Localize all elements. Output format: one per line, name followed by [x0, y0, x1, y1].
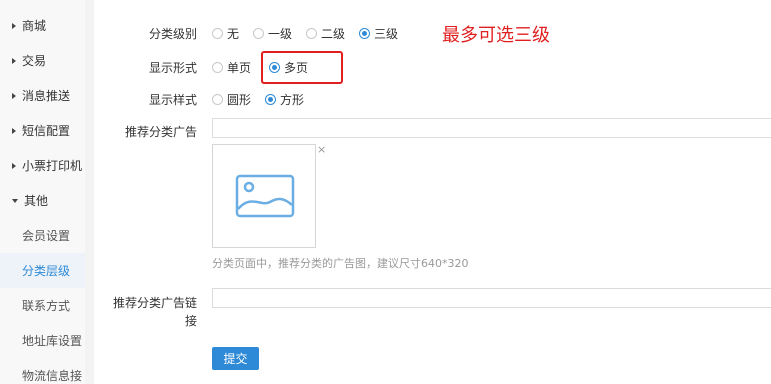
radio-level-two[interactable]: 二级 [306, 25, 345, 42]
nav-group-trade[interactable]: 交易 [0, 43, 85, 78]
highlight-box [261, 51, 343, 84]
radio-label: 方形 [280, 93, 305, 107]
radio-label: 无 [227, 27, 240, 41]
image-placeholder-icon [235, 174, 295, 218]
radio-level-none[interactable]: 无 [212, 25, 239, 42]
remove-image-icon[interactable]: × [317, 144, 326, 155]
sidebar-divider [85, 0, 94, 384]
nav-group-printer[interactable]: 小票打印机 [0, 148, 85, 183]
sidebar-item-label: 联系方式 [22, 299, 71, 313]
radio-square[interactable]: 方形 [265, 91, 304, 108]
radio-dot [212, 62, 223, 73]
radio-dot [253, 28, 265, 39]
radio-dot [306, 28, 318, 39]
nav-group-label: 短信配置 [22, 124, 71, 138]
sidebar-item-label: 会员设置 [22, 229, 71, 243]
radio-label: 单页 [227, 61, 252, 75]
sidebar-item-logistics[interactable]: 物流信息接 [0, 358, 85, 384]
caret-right-icon [12, 92, 16, 99]
sidebar-item-label: 分类层级 [22, 264, 71, 278]
ad-link-label: 推荐分类广告链 [112, 296, 197, 310]
display-style-label: 显示样式 [148, 93, 197, 107]
radio-dot [265, 94, 277, 105]
radio-label: 三级 [374, 27, 399, 41]
nav-group-label: 其他 [24, 194, 49, 208]
nav-group-label: 小票打印机 [22, 159, 83, 173]
ad-hint: 分类页面中，推荐分类的广告图，建议尺寸640*320 [212, 257, 469, 270]
caret-right-icon [12, 127, 16, 134]
radio-circle[interactable]: 圆形 [212, 91, 251, 108]
radio-level-three[interactable]: 三级 [359, 25, 398, 42]
nav-group-mall[interactable]: 商城 [0, 8, 85, 43]
category-level-radios: 无 一级 二级 三级 [212, 25, 412, 42]
radio-dot [359, 28, 371, 39]
nav-group-sms[interactable]: 短信配置 [0, 113, 85, 148]
nav-group-label: 商城 [22, 19, 47, 33]
radio-single-page[interactable]: 单页 [212, 59, 251, 76]
caret-down-icon [12, 198, 18, 203]
annotation-text: 最多可选三级 [442, 25, 550, 46]
nav-group-other[interactable]: 其他 [0, 183, 85, 218]
sidebar-item-label: 地址库设置 [22, 334, 83, 348]
sidebar-item-member-settings[interactable]: 会员设置 [0, 218, 85, 253]
ad-image-upload[interactable] [212, 144, 316, 248]
caret-right-icon [12, 57, 16, 64]
radio-label: 二级 [321, 27, 346, 41]
sidebar-item-category-level[interactable]: 分类层级 [0, 253, 85, 288]
nav-group-push[interactable]: 消息推送 [0, 78, 85, 113]
caret-right-icon [12, 162, 16, 169]
category-level-label: 分类级别 [148, 27, 197, 41]
radio-label: 圆形 [227, 93, 252, 107]
sidebar-item-label: 物流信息接 [22, 369, 83, 383]
display-style-radios: 圆形 方形 [212, 91, 318, 108]
radio-dot [212, 94, 223, 105]
radio-dot [212, 28, 223, 39]
radio-level-one[interactable]: 一级 [253, 25, 292, 42]
ad-input[interactable] [212, 118, 771, 138]
radio-label: 一级 [268, 27, 293, 41]
ad-link-input[interactable] [212, 288, 771, 308]
ad-link-label-line2: 接 [184, 314, 197, 328]
submit-button[interactable]: 提交 [212, 347, 259, 370]
caret-right-icon [12, 22, 16, 29]
sidebar-item-address-library[interactable]: 地址库设置 [0, 323, 85, 358]
ad-label: 推荐分类广告 [124, 125, 197, 139]
nav-group-label: 消息推送 [22, 89, 71, 103]
display-mode-label: 显示形式 [148, 61, 197, 75]
sidebar-item-contact[interactable]: 联系方式 [0, 288, 85, 323]
nav-group-label: 交易 [22, 54, 47, 68]
sidebar: 商城 交易 消息推送 短信配置 小票打印机 其他 会员设置 分类层级 联系方式 … [0, 0, 85, 384]
